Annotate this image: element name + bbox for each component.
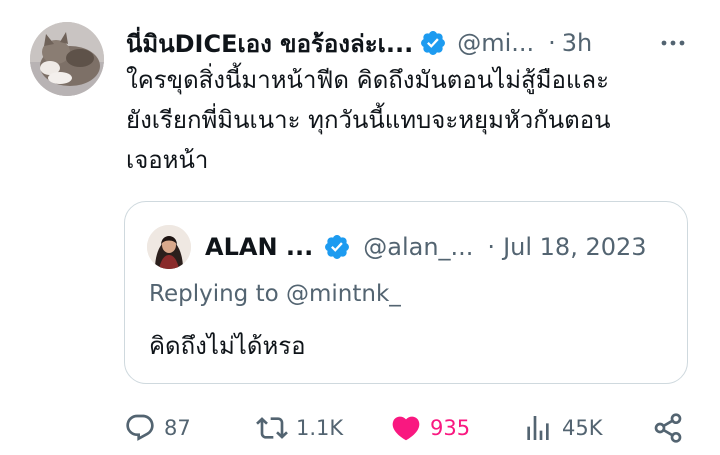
views-button[interactable]: 45K: [522, 408, 603, 448]
quoted-author-avatar: [147, 225, 191, 269]
like-count: 935: [430, 416, 471, 440]
author-avatar[interactable]: [30, 22, 104, 96]
author-display-name[interactable]: นี่มินDICEเอง ขอร้องล่ะเ...: [126, 24, 413, 63]
quoted-tweet-header: ALAN ... @alan_... · Jul 18, 2023: [147, 225, 669, 269]
tweet-text: ใครขุดสิ่งนี้มาหน้าฟีด คิดถึงมันตอนไม่สู…: [126, 60, 706, 180]
quoted-tweet[interactable]: ALAN ... @alan_... · Jul 18, 2023 Replyi…: [124, 201, 688, 384]
quoted-author-display-name: ALAN ...: [205, 233, 314, 261]
verified-badge-icon: [325, 235, 350, 259]
verified-badge-icon: [421, 31, 446, 55]
like-button[interactable]: 935: [390, 408, 470, 448]
tweet: นี่มินDICEเอง ขอร้องล่ะเ... @mi... · 3h …: [0, 0, 720, 455]
separator-dot: ·: [487, 233, 496, 261]
quoted-tweet-text: คิดถึงไม่ได้หรอ: [149, 332, 306, 360]
reply-button[interactable]: 87: [124, 408, 191, 448]
tweet-text-line: ใครขุดสิ่งนี้มาหน้าฟีด คิดถึงมันตอนไม่สู…: [126, 66, 609, 94]
retweet-button[interactable]: 1.1K: [256, 408, 343, 448]
separator-dot: ·: [548, 29, 556, 57]
author-handle[interactable]: @mi...: [457, 29, 534, 57]
quoted-avatar-image: [147, 225, 191, 269]
tweet-header: นี่มินDICEเอง ขอร้องล่ะเ... @mi... · 3h: [126, 24, 696, 62]
heart-filled-icon: [392, 416, 420, 441]
views-icon: [527, 416, 549, 440]
tweet-action-bar: 87 1.1K 935 45K: [124, 408, 694, 448]
quoted-author-handle: @alan_...: [363, 233, 474, 261]
retweet-count: 1.1K: [296, 416, 344, 440]
share-button[interactable]: [652, 408, 684, 448]
tweet-text-line: เจอหน้า: [126, 146, 209, 174]
retweet-icon: [256, 417, 288, 439]
quoted-tweet-date: Jul 18, 2023: [503, 233, 647, 261]
tweet-time[interactable]: 3h: [562, 29, 592, 57]
reply-count: 87: [164, 416, 191, 440]
share-icon: [654, 413, 682, 443]
replying-to-text: Replying to @mintnk_: [149, 281, 401, 307]
cat-avatar-image: [30, 22, 104, 96]
tweet-text-line: ยังเรียกพี่มินเนาะ ทุกวันนี้แทบจะหยุมหัว…: [126, 106, 611, 134]
views-count: 45K: [562, 416, 603, 440]
reply-icon: [126, 414, 154, 441]
more-options-button[interactable]: [658, 28, 688, 58]
more-dots-icon: [661, 40, 685, 46]
